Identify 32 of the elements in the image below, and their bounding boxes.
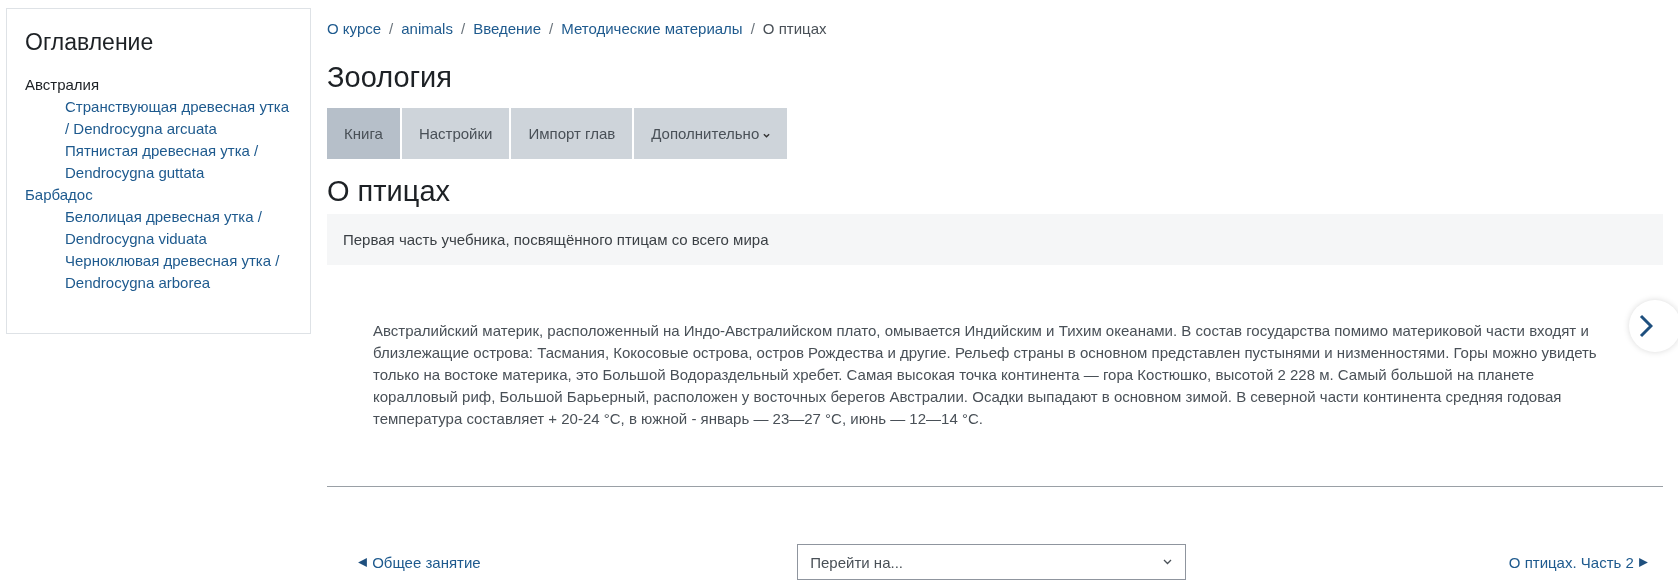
chapter-summary: Первая часть учебника, посвящённого птицам со всего мира <box>327 214 1663 265</box>
toc-item[interactable]: Барбадос <box>25 184 292 206</box>
page-title: Зоология <box>327 61 453 94</box>
toc-item[interactable]: Пятнистая древесная утка / Dendrocygna guttata <box>25 140 292 184</box>
chevron-right-icon <box>1639 314 1653 338</box>
tab[interactable]: Дополнительно <box>634 108 788 159</box>
jump-select[interactable]: Перейти на... <box>797 544 1187 580</box>
next-chapter-button[interactable] <box>1629 300 1678 352</box>
toc-item[interactable]: Странствующая древесная утка / Dendrocygna arcuata <box>25 96 292 140</box>
triangle-left-icon <box>357 556 368 568</box>
toc-item[interactable]: Австралия <box>25 74 292 96</box>
chapter-text: Австралийский материк, расположенный на Индо-Австралийском плато, омывается Индийским и Тихим океанами. В состав государства помимо материковой части входят и близлежащие острова: Тасмания, Кокосовые острова, остров Рождества и другие. Рельеф страны в основном представлен пустынями и низменностями. Горы можно увидеть только на востоке материка, это Большой Водораздельный хребет. Самая высокая точка континента — гора Костюшко, высотой 2 228 м. Самый большой на планете коралловый риф, Большой Барьерный, расположен у восточных берегов Австралии. Осадки выпадают в основном зимой. В северной части континента средняя годовая температура составляет + 20-24 °С, в южной - январь — 23—27 °С, июнь — 12—14 °С. <box>373 321 1598 429</box>
breadcrumb-separator: / <box>549 20 554 37</box>
breadcrumb-link[interactable]: О курсе <box>327 20 382 37</box>
tab[interactable]: Книга <box>327 108 400 159</box>
breadcrumb-current: О птицах <box>762 20 827 37</box>
tab[interactable]: Импорт глав <box>511 108 633 159</box>
chapter-title: О птицах <box>327 175 452 208</box>
toc-item[interactable]: Черноклювая древесная утка / Dendrocygna arborea <box>25 250 292 294</box>
breadcrumb-link[interactable]: animals <box>401 20 453 37</box>
triangle-right-icon <box>1638 556 1649 568</box>
tab[interactable]: Настройки <box>401 108 510 159</box>
previous-link[interactable]: Общее занятие <box>357 553 481 571</box>
sidebar-title: Оглавление <box>25 29 155 56</box>
breadcrumb-link[interactable]: Введение <box>473 20 542 37</box>
chevron-down-icon <box>1163 559 1173 565</box>
next-link[interactable]: О птицах. Часть 2 <box>1508 553 1649 571</box>
toc-item[interactable]: Белолицая древесная утка / Dendrocygna viduata <box>25 206 292 250</box>
breadcrumb-separator: / <box>460 20 466 37</box>
breadcrumb-separator: / <box>389 20 394 37</box>
breadcrumb-link[interactable]: Методические материалы <box>561 20 743 37</box>
breadcrumb-separator: / <box>750 20 755 37</box>
